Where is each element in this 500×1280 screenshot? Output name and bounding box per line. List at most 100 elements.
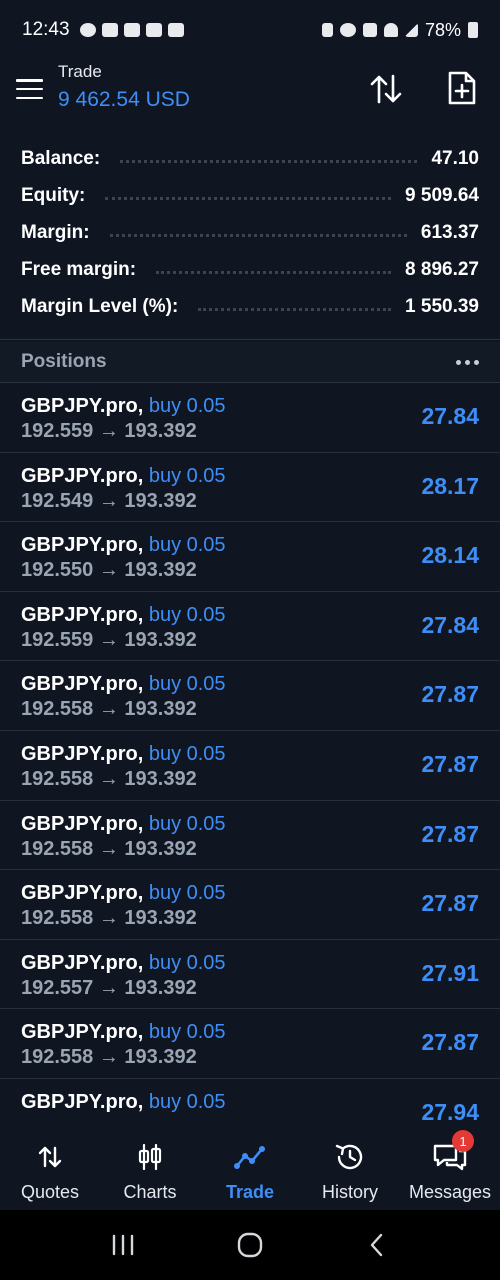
position-row[interactable]: GBPJPY.pro, buy 0.05 192.558 → 193.392 2… bbox=[0, 801, 500, 871]
nav-label: Messages bbox=[408, 1182, 492, 1202]
position-row[interactable]: GBPJPY.pro, buy 0.05 192.550 → 193.392 2… bbox=[0, 522, 500, 592]
position-row[interactable]: GBPJPY.pro, buy 0.05 192.558 → 193.392 2… bbox=[0, 661, 500, 731]
position-row[interactable]: GBPJPY.pro, buy 0.05 192.557 → 193.392 2… bbox=[0, 940, 500, 1010]
position-prices: 192.558 → 193.392 bbox=[21, 698, 197, 721]
position-side: buy 0.05 bbox=[148, 395, 226, 417]
new-order-icon[interactable] bbox=[446, 70, 478, 106]
youtube-icon bbox=[101, 23, 118, 37]
positions-list: GBPJPY.pro, buy 0.05 192.559 → 193.392 2… bbox=[0, 383, 500, 1120]
position-side: buy 0.05 bbox=[148, 1090, 226, 1113]
position-symbol: GBPJPY.pro, bbox=[21, 1090, 144, 1113]
position-side: buy 0.05 bbox=[148, 812, 226, 835]
position-profit: 27.87 bbox=[421, 681, 479, 708]
position-prices: 192.559 → 193.392 bbox=[21, 420, 197, 442]
position-prices: 192.557 → 193.392 bbox=[21, 976, 197, 999]
signal-icon bbox=[404, 23, 418, 37]
back-icon bbox=[370, 1233, 382, 1257]
position-side: buy 0.05 bbox=[148, 951, 226, 974]
nav-trade[interactable]: Trade bbox=[200, 1120, 300, 1210]
gallery-icon bbox=[167, 23, 184, 37]
app-bar: Trade 9 462.54 USD bbox=[0, 60, 500, 120]
positions-header: Positions bbox=[0, 342, 500, 382]
position-symbol: GBPJPY.pro, bbox=[21, 464, 144, 487]
dotted-leader bbox=[156, 271, 392, 274]
battery-saver-icon bbox=[321, 23, 333, 37]
summary-label: Equity: bbox=[21, 184, 86, 206]
position-row[interactable]: GBPJPY.pro, buy 0.05 27.94 bbox=[0, 1079, 500, 1120]
history-icon bbox=[335, 1144, 363, 1170]
position-profit: 27.87 bbox=[421, 890, 479, 917]
position-row[interactable]: GBPJPY.pro, buy 0.05 192.558 → 193.392 2… bbox=[0, 870, 500, 940]
nav-label: Quotes bbox=[20, 1182, 80, 1202]
position-side: buy 0.05 bbox=[148, 1021, 226, 1044]
nav-label: Trade bbox=[225, 1182, 275, 1202]
status-bar: 12:43 78% bbox=[0, 0, 500, 60]
charts-icon bbox=[138, 1143, 162, 1171]
recent-apps-icon bbox=[113, 1234, 134, 1256]
home-button[interactable] bbox=[220, 1220, 280, 1270]
bottom-navigation: Quotes Charts Trade History 1 Messages bbox=[0, 1120, 500, 1210]
summary-value: 8 896.27 bbox=[405, 258, 479, 280]
position-prices: 192.549 → 193.392 bbox=[21, 489, 197, 512]
dotted-leader bbox=[109, 234, 407, 237]
position-profit: 27.84 bbox=[421, 403, 479, 429]
summary-label: Free margin: bbox=[21, 258, 137, 280]
position-prices: 192.558 → 193.392 bbox=[21, 907, 197, 930]
divider bbox=[0, 339, 500, 340]
nav-charts[interactable]: Charts bbox=[100, 1120, 200, 1210]
home-icon bbox=[237, 1232, 263, 1258]
nav-history[interactable]: History bbox=[300, 1120, 400, 1210]
position-profit: 28.17 bbox=[421, 472, 479, 499]
dotted-leader bbox=[198, 308, 392, 311]
nav-label: Charts bbox=[123, 1182, 177, 1202]
alarm-icon bbox=[339, 23, 356, 37]
more-options-icon[interactable] bbox=[456, 359, 479, 365]
position-symbol: GBPJPY.pro, bbox=[21, 951, 144, 974]
position-prices: 192.558 → 193.392 bbox=[21, 837, 197, 860]
summary-value: 9 509.64 bbox=[405, 184, 479, 206]
quotes-icon bbox=[38, 1146, 62, 1168]
mute-icon bbox=[362, 23, 377, 37]
battery-icon bbox=[468, 22, 478, 38]
position-profit: 28.14 bbox=[421, 542, 479, 569]
recent-apps-button[interactable] bbox=[93, 1220, 153, 1270]
position-profit: 27.94 bbox=[421, 1098, 479, 1120]
position-symbol: GBPJPY.pro, bbox=[21, 1021, 144, 1044]
summary-row-margin-level: Margin Level (%): 1 550.39 bbox=[0, 288, 500, 325]
menu-icon[interactable] bbox=[16, 79, 43, 99]
position-row[interactable]: GBPJPY.pro, buy 0.05 192.558 → 193.392 2… bbox=[0, 1009, 500, 1079]
position-side: buy 0.05 bbox=[148, 742, 226, 765]
position-prices: 192.558 → 193.392 bbox=[21, 767, 197, 790]
position-row[interactable]: GBPJPY.pro, buy 0.05 192.559 → 193.392 2… bbox=[0, 592, 500, 662]
position-side: buy 0.05 bbox=[148, 534, 226, 557]
position-row[interactable]: GBPJPY.pro, buy 0.05 192.558 → 193.392 2… bbox=[0, 731, 500, 801]
account-summary: Balance: 47.10 Equity: 9 509.64 Margin: … bbox=[0, 140, 500, 325]
position-profit: 27.87 bbox=[421, 750, 479, 777]
position-row[interactable]: GBPJPY.pro, buy 0.05 192.549 → 193.392 2… bbox=[0, 453, 500, 523]
sort-icon[interactable] bbox=[368, 72, 404, 106]
position-symbol: GBPJPY.pro, bbox=[21, 742, 144, 765]
nav-messages[interactable]: 1 Messages bbox=[400, 1120, 500, 1210]
position-prices: 192.559 → 193.392 bbox=[21, 628, 197, 651]
summary-value: 1 550.39 bbox=[405, 295, 479, 317]
positions-title: Positions bbox=[21, 351, 107, 372]
position-profit: 27.87 bbox=[421, 1029, 479, 1056]
position-prices: 192.558 → 193.392 bbox=[21, 1046, 197, 1069]
position-profit: 27.91 bbox=[421, 959, 479, 986]
page-title: Trade bbox=[58, 62, 102, 81]
summary-row-margin: Margin: 613.37 bbox=[0, 214, 500, 251]
nav-label: History bbox=[321, 1182, 378, 1202]
mail-icon bbox=[145, 23, 162, 37]
notification-icon bbox=[79, 23, 96, 37]
position-symbol: GBPJPY.pro, bbox=[21, 882, 144, 905]
app-notification-icon bbox=[123, 23, 140, 37]
position-symbol: GBPJPY.pro, bbox=[21, 395, 144, 417]
back-button[interactable] bbox=[347, 1220, 407, 1270]
summary-label: Margin Level (%): bbox=[21, 295, 179, 317]
nav-quotes[interactable]: Quotes bbox=[0, 1120, 100, 1210]
position-profit: 27.84 bbox=[421, 611, 479, 638]
position-prices: 192.550 → 193.392 bbox=[21, 559, 197, 582]
dotted-leader bbox=[120, 160, 418, 163]
position-row[interactable]: GBPJPY.pro, buy 0.05 192.559 → 193.392 2… bbox=[0, 383, 500, 453]
position-profit: 27.87 bbox=[421, 820, 479, 847]
